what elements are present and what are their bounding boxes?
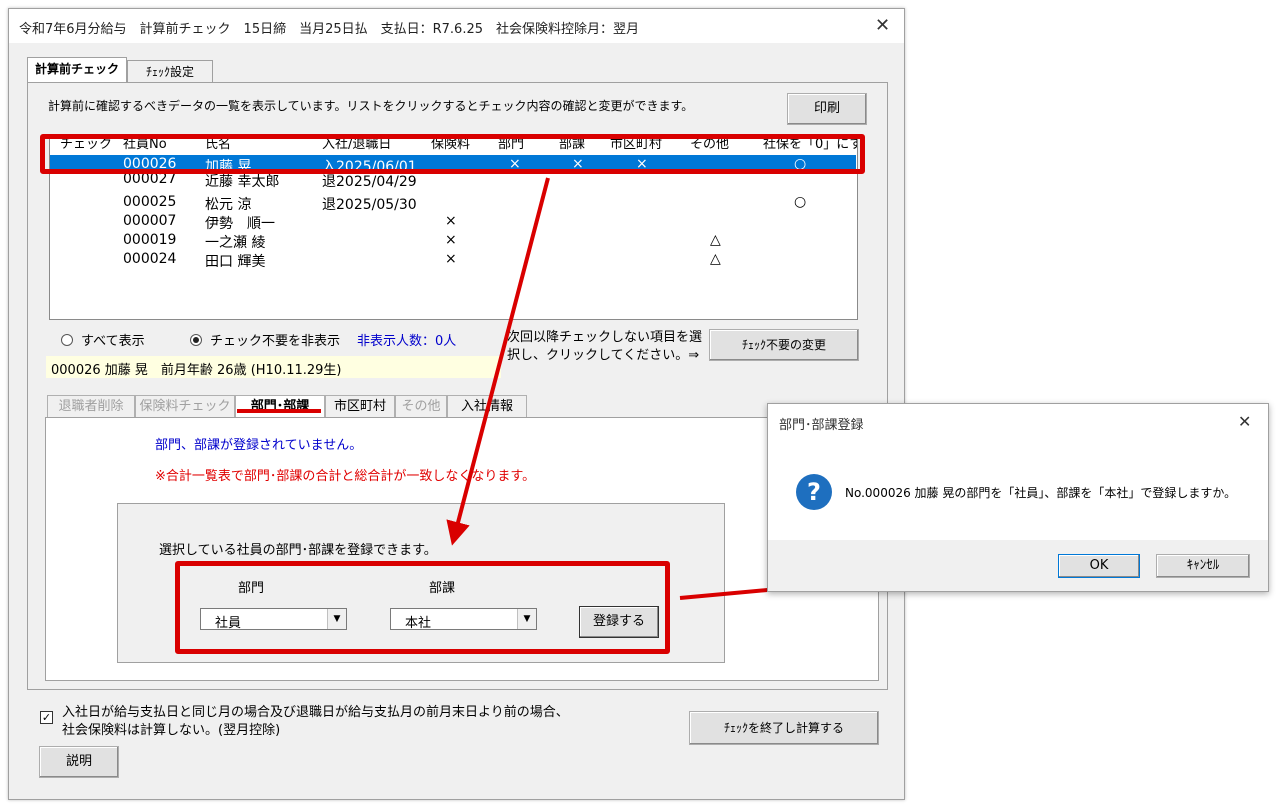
confirm-dialog: 部門･部課登録 ✕ ? No.000026 加藤 晃の部門を「社員」、部課を「本…	[767, 403, 1269, 592]
cancel-button[interactable]: ｷｬﾝｾﾙ	[1156, 554, 1250, 578]
ok-button[interactable]: OK	[1058, 554, 1140, 578]
question-icon: ?	[796, 474, 832, 510]
close-icon[interactable]: ✕	[1238, 413, 1251, 431]
dialog-title: 部門･部課登録	[779, 418, 864, 433]
arrow-row-to-inputs	[446, 177, 550, 546]
dialog-message: No.000026 加藤 晃の部門を「社員」、部課を「本社」で登録しますか。	[845, 486, 1237, 500]
